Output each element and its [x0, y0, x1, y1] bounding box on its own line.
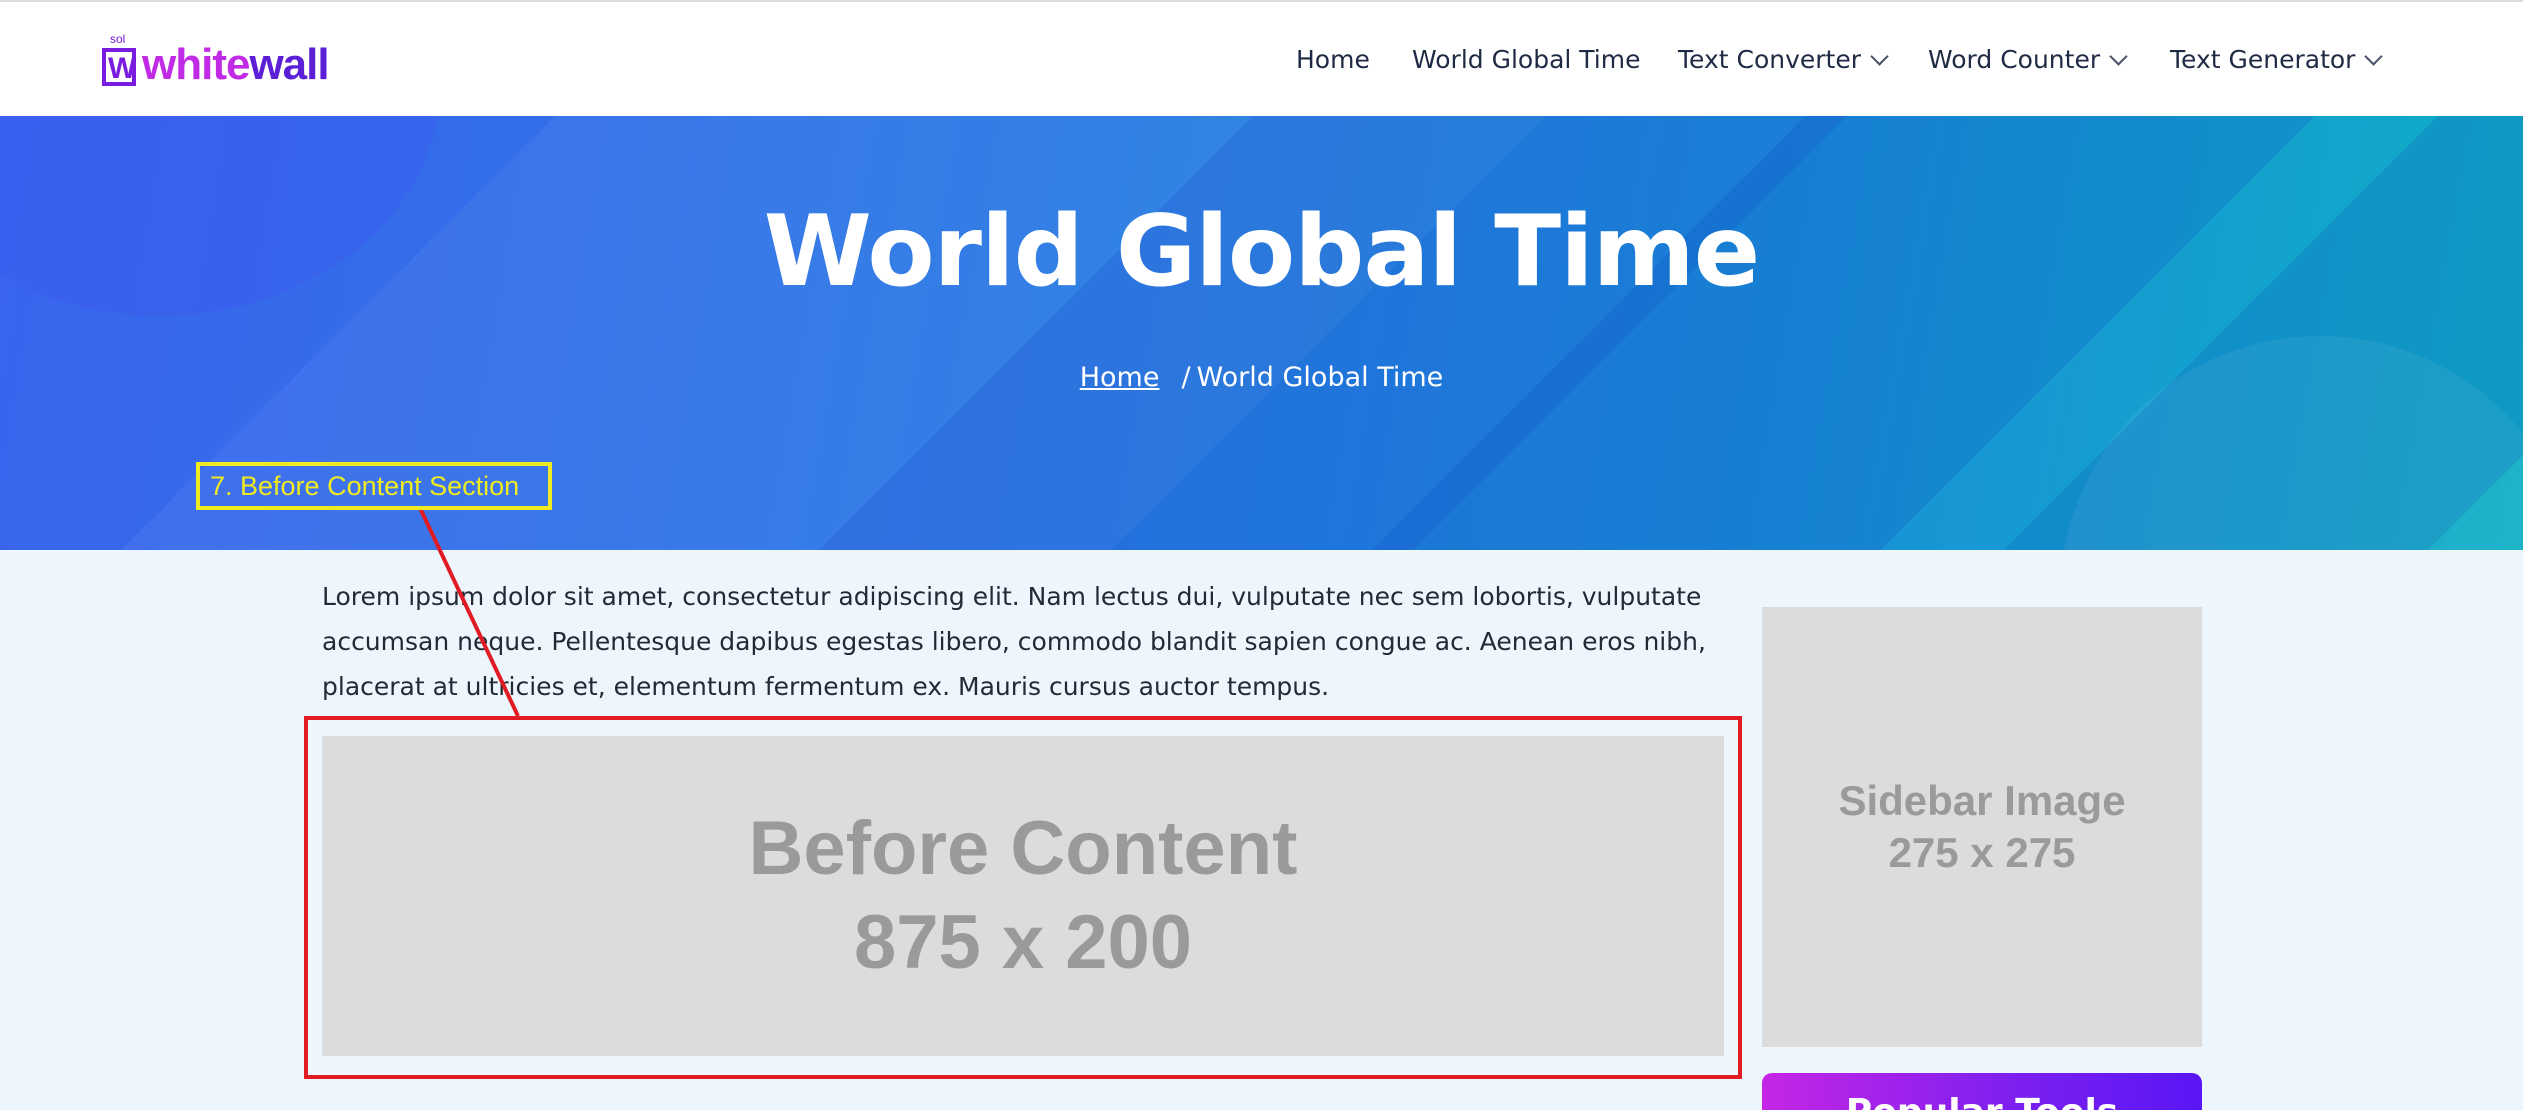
main-nav: Home World Global Time Text Converter Wo… [0, 40, 2523, 80]
nav-item-label: Word Counter [1928, 45, 2101, 74]
nav-item-label: Text Generator [2170, 45, 2356, 74]
nav-item-label: Home [1296, 45, 1370, 74]
chevron-down-icon [1870, 46, 1889, 66]
breadcrumb-home-link[interactable]: Home [1080, 362, 1160, 393]
breadcrumb-separator: / [1181, 362, 1191, 393]
placeholder-size: 275 x 275 [1888, 829, 2076, 876]
intro-paragraph: Lorem ipsum dolor sit amet, consectetur … [322, 582, 1706, 701]
nav-item-word-counter[interactable]: Word Counter [1928, 40, 2128, 80]
annotation-highlight-box [304, 716, 1742, 1079]
site-header: sol W whitewall Home World Global Time T… [0, 0, 2523, 116]
nav-item-home[interactable]: Home [1296, 40, 1370, 80]
nav-item-label: Text Converter [1678, 45, 1862, 74]
popular-tools-heading: Popular Tools [1762, 1073, 2202, 1110]
annotation-label: 7. Before Content Section [196, 462, 552, 510]
breadcrumb-current: World Global Time [1196, 362, 1444, 393]
sidebar-image-placeholder: Sidebar Image 275 x 275 [1762, 607, 2202, 1047]
nav-item-text-converter[interactable]: Text Converter [1678, 40, 1889, 80]
chevron-down-icon [2109, 46, 2128, 66]
page-title: World Global Time [763, 195, 1761, 309]
nav-item-world-global-time[interactable]: World Global Time [1412, 40, 1640, 80]
breadcrumb: Home / World Global Time [0, 360, 2523, 396]
nav-item-text-generator[interactable]: Text Generator [2170, 40, 2384, 80]
nav-item-label: World Global Time [1412, 45, 1641, 74]
chevron-down-icon [2364, 46, 2384, 66]
placeholder-title: Sidebar Image [1838, 777, 2126, 824]
